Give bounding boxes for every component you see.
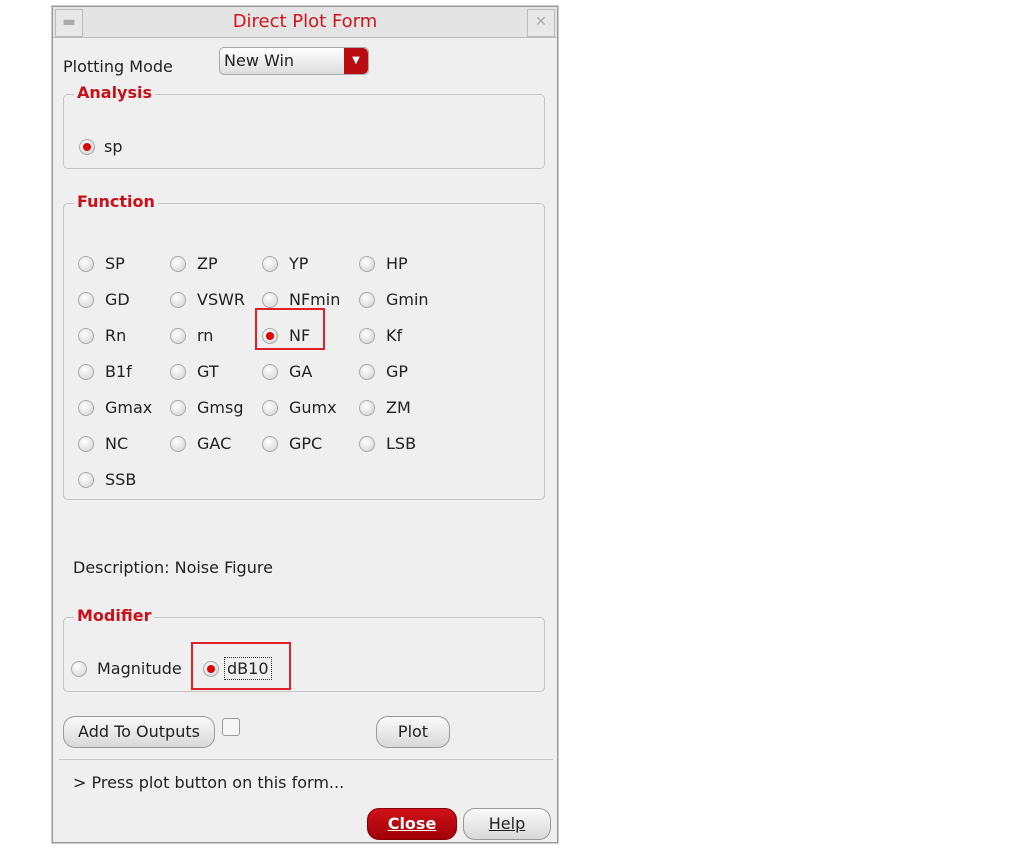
radio-ga[interactable]	[262, 364, 278, 380]
radio-kf[interactable]	[359, 328, 375, 344]
radio-nc[interactable]	[78, 436, 94, 452]
radio-gt[interactable]	[170, 364, 186, 380]
add-to-outputs-button[interactable]: Add To Outputs	[63, 716, 215, 748]
radio-hp[interactable]	[359, 256, 375, 272]
radio-vswr[interactable]	[170, 292, 186, 308]
radio-zp-label: ZP	[197, 254, 218, 273]
modifier-legend: Modifier	[74, 606, 155, 625]
radio-gmax-label: Gmax	[105, 398, 153, 417]
radio-gmin[interactable]	[359, 292, 375, 308]
radio-gt-label: GT	[197, 362, 219, 381]
radio-nfmin-label: NFmin	[289, 290, 341, 309]
chevron-down-icon: ▼	[344, 48, 368, 74]
analysis-legend: Analysis	[74, 83, 156, 102]
plot-button[interactable]: Plot	[376, 716, 450, 748]
close-button[interactable]: Close	[367, 808, 457, 840]
function-group: Function SP ZP YP HP GD VSWR NFmin Gmin Rn rn NF Kf…	[63, 192, 545, 500]
radio-lsb[interactable]	[359, 436, 375, 452]
radio-rn[interactable]	[170, 328, 186, 344]
radio-yp[interactable]	[262, 256, 278, 272]
radio-sp[interactable]	[79, 139, 95, 155]
divider	[59, 759, 553, 760]
radio-rn-label: Rn	[105, 326, 127, 345]
radio-ssb-label: SSB	[105, 470, 137, 489]
radio-b1f[interactable]	[78, 364, 94, 380]
radio-gumx-label: Gumx	[289, 398, 337, 417]
radio-sp[interactable]	[78, 256, 94, 272]
nf-highlight-box	[255, 308, 325, 350]
radio-db10[interactable]	[203, 661, 219, 677]
radio-zm-label: ZM	[386, 398, 411, 417]
radio-ssb[interactable]	[78, 472, 94, 488]
radio-nc-label: NC	[105, 434, 129, 453]
radio-b1f-label: B1f	[105, 362, 132, 381]
analysis-group: Analysis sp	[63, 83, 545, 169]
radio-gac-label: GAC	[197, 434, 232, 453]
plotting-mode-dropdown[interactable]: New Win ▼	[219, 47, 369, 75]
title-bar: ▬ Direct Plot Form ✕	[53, 7, 557, 38]
radio-zm[interactable]	[359, 400, 375, 416]
radio-gmsg-label: Gmsg	[197, 398, 244, 417]
radio-db10-label: dB10	[224, 657, 272, 680]
radio-rn[interactable]	[78, 328, 94, 344]
radio-gp[interactable]	[359, 364, 375, 380]
radio-sp-label: SP	[105, 254, 125, 273]
minimize-icon[interactable]: ▬	[55, 9, 83, 37]
radio-gpc[interactable]	[262, 436, 278, 452]
add-to-outputs-checkbox[interactable]	[222, 718, 240, 736]
modifier-group: Modifier Magnitude dB10	[63, 606, 545, 692]
help-button[interactable]: Help	[463, 808, 551, 840]
radio-lsb-label: LSB	[386, 434, 417, 453]
radio-gac[interactable]	[170, 436, 186, 452]
radio-gmsg[interactable]	[170, 400, 186, 416]
radio-zp[interactable]	[170, 256, 186, 272]
radio-magnitude-label: Magnitude	[97, 659, 182, 678]
radio-gumx[interactable]	[262, 400, 278, 416]
radio-gd-label: GD	[105, 290, 130, 309]
radio-yp-label: YP	[289, 254, 309, 273]
radio-rn-label: rn	[197, 326, 214, 345]
radio-vswr-label: VSWR	[197, 290, 246, 309]
window-title: Direct Plot Form	[232, 11, 378, 32]
close-window-icon[interactable]: ✕	[527, 9, 555, 37]
radio-ga-label: GA	[289, 362, 313, 381]
radio-gmax[interactable]	[78, 400, 94, 416]
plotting-mode-value: New Win	[224, 51, 295, 70]
radio-sp-label: sp	[104, 137, 123, 156]
radio-gmin-label: Gmin	[386, 290, 429, 309]
radio-magnitude[interactable]	[71, 661, 87, 677]
radio-gd[interactable]	[78, 292, 94, 308]
radio-gp-label: GP	[386, 362, 409, 381]
radio-gpc-label: GPC	[289, 434, 323, 453]
direct-plot-form-window: ▬ Direct Plot Form ✕ Plotting Mode New W…	[52, 6, 558, 843]
status-text: > Press plot button on this form...	[73, 773, 345, 792]
plotting-mode-label: Plotting Mode	[63, 57, 173, 76]
description-text: Description: Noise Figure	[73, 558, 273, 577]
function-legend: Function	[74, 192, 158, 211]
radio-hp-label: HP	[386, 254, 408, 273]
radio-nfmin[interactable]	[262, 292, 278, 308]
radio-kf-label: Kf	[386, 326, 403, 345]
